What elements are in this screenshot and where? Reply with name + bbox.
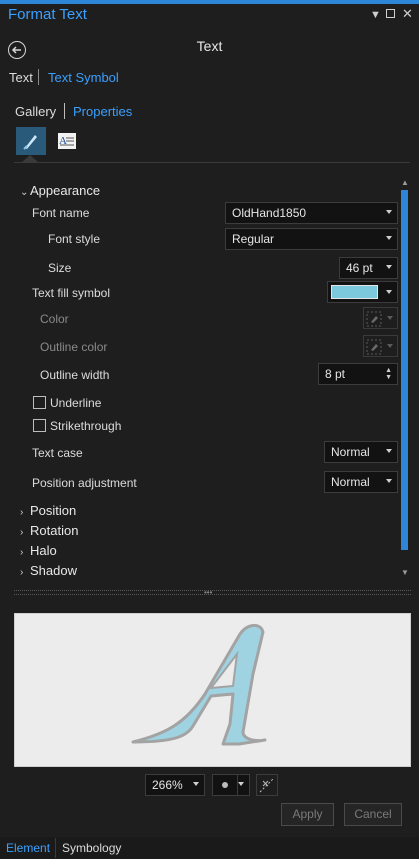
font-style-value: Regular xyxy=(232,232,275,246)
window-title: Format Text xyxy=(8,6,87,23)
outline-width-label: Outline width xyxy=(40,368,110,382)
toolbar-divider xyxy=(14,162,410,163)
underline-label: Underline xyxy=(50,396,102,410)
chevron-down-icon xyxy=(386,210,392,214)
size-value: 46 pt xyxy=(346,261,373,275)
fill-swatch xyxy=(331,285,378,299)
appearance-header[interactable]: ⌄ Appearance xyxy=(20,183,100,198)
strikethrough-checkbox[interactable] xyxy=(33,419,46,432)
strikethrough-label: Strikethrough xyxy=(50,419,122,433)
chevron-down-icon xyxy=(386,479,392,483)
background-combo[interactable] xyxy=(212,774,250,796)
dot-icon xyxy=(222,782,228,788)
maximize-icon[interactable] xyxy=(386,9,395,18)
font-style-combo[interactable]: Regular xyxy=(225,228,398,250)
appearance-label: Appearance xyxy=(30,183,101,198)
outline-width-spinner[interactable]: 8 pt ▲ ▼ xyxy=(318,363,398,385)
text-format-icon[interactable]: A xyxy=(52,127,82,155)
text-fill-symbol-button[interactable] xyxy=(327,281,398,303)
tab-gallery[interactable]: Gallery xyxy=(15,104,56,119)
scrollbar-thumb[interactable] xyxy=(401,190,408,550)
shadow-section[interactable]: › Shadow xyxy=(20,563,77,578)
page-title: Text xyxy=(196,38,223,54)
chevron-down-icon xyxy=(387,316,393,320)
chevron-down-icon xyxy=(386,236,392,240)
halo-label: Halo xyxy=(30,543,57,558)
chevron-down-icon xyxy=(387,344,393,348)
tab-symbology[interactable]: Symbology xyxy=(62,841,121,855)
tab-properties[interactable]: Properties xyxy=(73,104,132,119)
font-style-label: Font style xyxy=(48,232,101,246)
font-name-label: Font name xyxy=(32,206,90,220)
pin-icon[interactable]: ▼ xyxy=(370,9,381,21)
chevron-down-icon xyxy=(386,265,392,269)
font-name-value: OldHand1850 xyxy=(232,206,307,220)
crosshair-icon xyxy=(259,777,275,793)
position-adjustment-value: Normal xyxy=(331,475,370,489)
text-case-value: Normal xyxy=(331,445,370,459)
chevron-right-icon: › xyxy=(20,547,24,558)
splitter-grip-icon[interactable]: ••• xyxy=(204,588,212,597)
scroll-down-icon[interactable]: ▼ xyxy=(401,568,409,577)
chevron-down-icon xyxy=(193,782,199,786)
chevron-down-icon xyxy=(386,449,392,453)
cancel-button[interactable]: Cancel xyxy=(344,803,402,826)
color-picker-disabled xyxy=(363,307,398,329)
chevron-down-icon xyxy=(386,290,392,294)
outline-color-picker-disabled xyxy=(363,335,398,357)
symbol-preview xyxy=(14,613,411,767)
outline-color-label: Outline color xyxy=(40,340,108,354)
tab-divider xyxy=(64,103,65,119)
shadow-label: Shadow xyxy=(30,563,77,578)
chevron-right-icon: › xyxy=(20,507,24,518)
splitter[interactable] xyxy=(14,590,411,595)
rotation-section[interactable]: › Rotation xyxy=(20,523,78,538)
position-adjustment-combo[interactable]: Normal xyxy=(324,471,398,493)
preview-glyph-icon xyxy=(131,624,267,746)
bottom-tab-divider xyxy=(55,838,56,858)
crosshair-toggle-button[interactable] xyxy=(256,774,278,796)
underline-checkbox[interactable] xyxy=(33,396,46,409)
size-combo[interactable]: 46 pt xyxy=(339,257,398,279)
zoom-combo[interactable]: 266% xyxy=(145,774,205,796)
size-label: Size xyxy=(48,261,72,275)
halo-section[interactable]: › Halo xyxy=(20,543,57,558)
breadcrumb-divider xyxy=(38,69,39,85)
close-icon[interactable]: ✕ xyxy=(402,6,413,22)
rotation-label: Rotation xyxy=(30,523,79,538)
breadcrumb-text-symbol[interactable]: Text Symbol xyxy=(48,70,119,85)
text-case-label: Text case xyxy=(32,446,83,460)
chevron-right-icon: › xyxy=(20,527,24,538)
zoom-value: 266% xyxy=(152,778,183,792)
position-adjustment-label: Position adjustment xyxy=(32,476,137,490)
apply-button[interactable]: Apply xyxy=(281,803,334,826)
font-name-combo[interactable]: OldHand1850 xyxy=(225,202,398,224)
selection-pointer xyxy=(22,155,38,162)
spinner-arrows-icon[interactable]: ▲ ▼ xyxy=(385,367,392,381)
scroll-up-icon[interactable]: ▲ xyxy=(401,178,409,187)
color-label: Color xyxy=(40,312,69,326)
position-section[interactable]: › Position xyxy=(20,503,76,518)
chevron-down-icon: ⌄ xyxy=(20,187,29,198)
symbol-brush-icon[interactable] xyxy=(16,127,46,155)
chevron-down-icon xyxy=(238,782,244,786)
outline-width-value: 8 pt xyxy=(325,367,346,381)
position-label: Position xyxy=(30,503,77,518)
text-fill-label: Text fill symbol xyxy=(32,286,111,300)
breadcrumb-text[interactable]: Text xyxy=(9,70,33,85)
chevron-right-icon: › xyxy=(20,567,24,578)
text-case-combo[interactable]: Normal xyxy=(324,441,398,463)
tab-element[interactable]: Element xyxy=(6,841,50,855)
